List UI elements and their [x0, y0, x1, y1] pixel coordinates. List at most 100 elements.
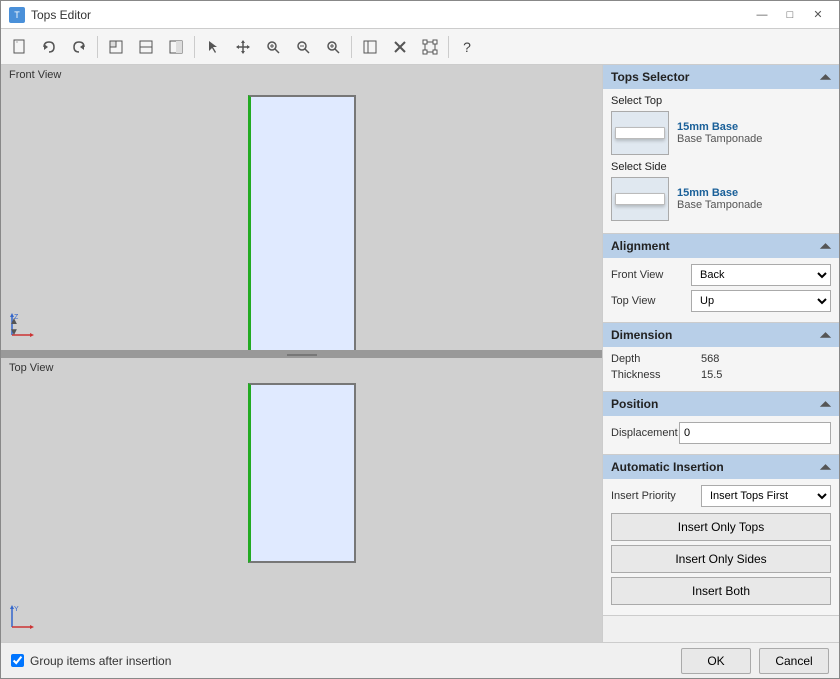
resize-handle	[287, 354, 317, 356]
top-thumbnail[interactable]	[611, 111, 669, 155]
displacement-label: Displacement	[611, 427, 679, 439]
cancel-button[interactable]: Cancel	[759, 648, 829, 674]
front-shelf-shape	[248, 95, 356, 350]
svg-text:Y: Y	[14, 606, 19, 613]
delete-button[interactable]	[386, 33, 414, 61]
insert-only-sides-button[interactable]: Insert Only Sides	[611, 545, 831, 573]
front-axis-arrows: ▲ ▼	[9, 316, 19, 338]
select-button[interactable]	[199, 33, 227, 61]
minimize-button[interactable]: —	[749, 5, 775, 25]
maximize-button[interactable]: □	[777, 5, 803, 25]
top-item: 15mm Base Base Tamponade	[611, 111, 831, 155]
auto-insertion-collapse-icon: ⏶	[820, 459, 831, 476]
auto-insertion-title: Automatic Insertion	[611, 460, 724, 474]
right-panel: Tops Selector ⏶ Select Top 15mm Base Bas…	[602, 65, 839, 642]
top-view-select[interactable]: Up Down Center	[691, 290, 831, 312]
ok-button[interactable]: OK	[681, 648, 751, 674]
title-bar-left: T Tops Editor	[9, 7, 91, 23]
top-axis-icon: Y	[7, 602, 37, 632]
app-icon: T	[9, 7, 25, 23]
front-view-select[interactable]: Back Front Center	[691, 264, 831, 286]
dimension-title: Dimension	[611, 328, 672, 342]
position-title: Position	[611, 397, 658, 411]
front-view-label: Front View	[9, 69, 61, 81]
view3-button[interactable]	[162, 33, 190, 61]
thickness-label: Thickness	[611, 369, 701, 381]
top-item-sub: Base Tamponade	[677, 133, 762, 145]
tops-selector-content: Select Top 15mm Base Base Tamponade Sele…	[603, 89, 839, 233]
transform-button[interactable]	[416, 33, 444, 61]
bottom-bar: Group items after insertion OK Cancel	[1, 642, 839, 678]
tops-selector-collapse-icon: ⏶	[820, 69, 831, 86]
sep1	[97, 36, 98, 58]
auto-insertion-section: Automatic Insertion ⏶ Insert Priority In…	[603, 455, 839, 616]
auto-insertion-header[interactable]: Automatic Insertion ⏶	[603, 455, 839, 479]
tops-selector-header[interactable]: Tops Selector ⏶	[603, 65, 839, 89]
side-thumbnail[interactable]	[611, 177, 669, 221]
side-item-sub: Base Tamponade	[677, 199, 762, 211]
title-bar: T Tops Editor — □ ✕	[1, 1, 839, 29]
thickness-value: 15.5	[701, 369, 722, 381]
priority-label: Insert Priority	[611, 490, 701, 502]
sep4	[448, 36, 449, 58]
front-canvas: Z ▲ ▼	[1, 65, 602, 350]
top-item-name: 15mm Base	[677, 121, 762, 133]
viewport-area: Front View Z ▲ ▼	[1, 65, 602, 642]
alignment-header[interactable]: Alignment ⏶	[603, 234, 839, 258]
zoom-in-button[interactable]	[319, 33, 347, 61]
zoom-region-button[interactable]	[259, 33, 287, 61]
position-header[interactable]: Position ⏶	[603, 392, 839, 416]
zoom-out-button[interactable]	[289, 33, 317, 61]
top-view-form-label: Top View	[611, 295, 691, 307]
sep2	[194, 36, 195, 58]
top-viewport: Top View Y	[1, 358, 602, 643]
group-checkbox-label[interactable]: Group items after insertion	[30, 654, 171, 668]
thickness-row: Thickness 15.5	[611, 369, 831, 381]
depth-row: Depth 568	[611, 353, 831, 365]
position-section: Position ⏶ Displacement	[603, 392, 839, 455]
alignment-title: Alignment	[611, 239, 670, 253]
depth-label: Depth	[611, 353, 701, 365]
position-collapse-icon: ⏶	[820, 396, 831, 413]
undo-button[interactable]	[35, 33, 63, 61]
settings-button[interactable]	[356, 33, 384, 61]
priority-select[interactable]: Insert Tops First Insert Sides First	[701, 485, 831, 507]
select-side-label: Select Side	[611, 161, 831, 173]
title-controls: — □ ✕	[749, 5, 831, 25]
select-top-label: Select Top	[611, 95, 831, 107]
top-view-label: Top View	[9, 362, 53, 374]
view1-button[interactable]	[102, 33, 130, 61]
help-button[interactable]: ?	[453, 33, 481, 61]
front-view-form-label: Front View	[611, 269, 691, 281]
move-button[interactable]	[229, 33, 257, 61]
alignment-section: Alignment ⏶ Front View Back Front Center…	[603, 234, 839, 323]
sep3	[351, 36, 352, 58]
bottom-buttons: OK Cancel	[681, 648, 829, 674]
close-button[interactable]: ✕	[805, 5, 831, 25]
side-item-info: 15mm Base Base Tamponade	[677, 187, 762, 211]
toolbar: ?	[1, 29, 839, 65]
top-canvas: Y	[1, 358, 602, 643]
dimension-section: Dimension ⏶ Depth 568 Thickness 15.5	[603, 323, 839, 392]
position-content: Displacement	[603, 416, 839, 454]
content-area: Front View Z ▲ ▼	[1, 65, 839, 642]
insert-only-tops-button[interactable]: Insert Only Tops	[611, 513, 831, 541]
auto-insertion-content: Insert Priority Insert Tops First Insert…	[603, 479, 839, 615]
side-item: 15mm Base Base Tamponade	[611, 177, 831, 221]
checkbox-area: Group items after insertion	[11, 654, 171, 668]
new-button[interactable]	[5, 33, 33, 61]
redo-button[interactable]	[65, 33, 93, 61]
insert-both-button[interactable]: Insert Both	[611, 577, 831, 605]
side-thumbnail-inner	[615, 193, 665, 205]
priority-row: Insert Priority Insert Tops First Insert…	[611, 485, 831, 507]
tops-selector-title: Tops Selector	[611, 70, 689, 84]
front-view-row: Front View Back Front Center	[611, 264, 831, 286]
dimension-header[interactable]: Dimension ⏶	[603, 323, 839, 347]
depth-value: 568	[701, 353, 719, 365]
displacement-input[interactable]	[679, 422, 831, 444]
top-shelf-shape	[248, 383, 356, 563]
group-checkbox[interactable]	[11, 654, 24, 667]
tops-selector-section: Tops Selector ⏶ Select Top 15mm Base Bas…	[603, 65, 839, 234]
top-thumbnail-inner	[615, 127, 665, 139]
view2-button[interactable]	[132, 33, 160, 61]
